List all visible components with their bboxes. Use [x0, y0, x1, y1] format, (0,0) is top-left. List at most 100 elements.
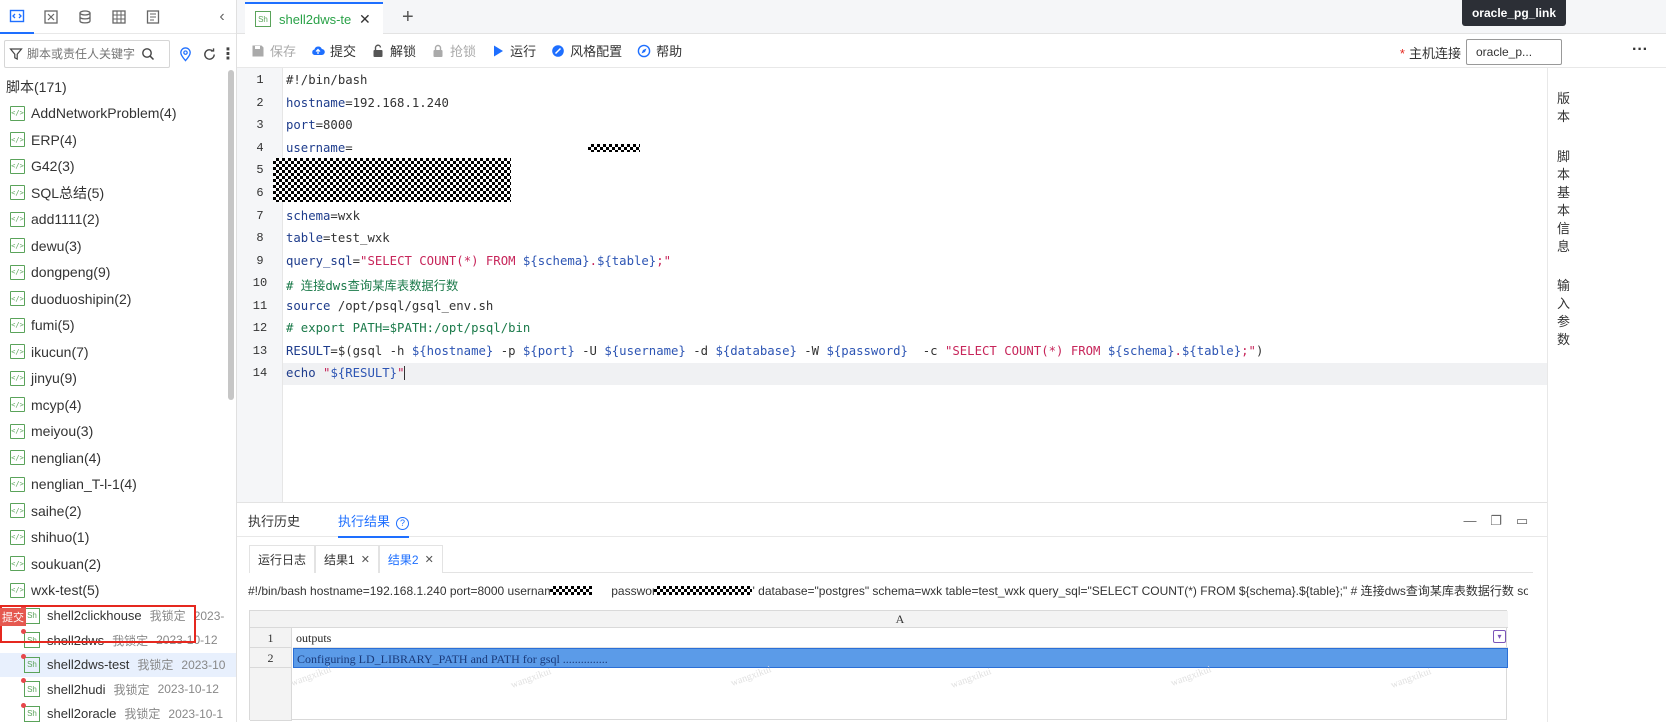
tab-result-2[interactable]: 结果2 ✕ [378, 545, 443, 573]
script-name: shell2dws-test [47, 657, 130, 673]
help-button[interactable]: 帮助 [637, 41, 682, 60]
modified-dot-icon [21, 653, 26, 659]
folder-item[interactable]: </> saihe(2) [0, 498, 236, 525]
folder-item[interactable]: </> SQL总结(5) [0, 180, 236, 207]
required-marker: * [1399, 46, 1405, 61]
tab-execution-result[interactable]: 执行结果? [338, 511, 410, 538]
search-input[interactable] [27, 47, 137, 61]
collapse-sidebar-icon[interactable]: ‹ [208, 8, 236, 26]
tab-run-log[interactable]: 运行日志 [249, 545, 316, 573]
script-nav-icon[interactable] [0, 0, 34, 34]
document-nav-icon[interactable] [136, 0, 170, 34]
script-folder-icon: </> [10, 185, 25, 201]
version-tab[interactable]: 版本 [1557, 90, 1571, 126]
run-button[interactable]: 运行 [491, 41, 536, 60]
submit-button[interactable]: 提交 [311, 41, 356, 60]
folder-item[interactable]: </> ikucun(7) [0, 339, 236, 366]
redacted-password-output [654, 586, 752, 595]
script-item[interactable]: Sh shell2hudi 我锁定 2023-10-12 [0, 677, 236, 702]
folder-item[interactable]: </> dewu(3) [0, 233, 236, 260]
table-nav-icon[interactable] [102, 0, 136, 34]
code-editor[interactable]: 1 2 3 4 5 6 7 8 9 10 11 12 13 14 #!/bin/bash hostname… [237, 68, 1547, 502]
grab-lock-button[interactable]: 抢锁 [431, 41, 476, 60]
tab-result-1[interactable]: 结果1 ✕ [315, 545, 379, 573]
close-result-1-icon[interactable]: ✕ [361, 553, 370, 566]
submit-status-tag: 提交 [0, 608, 26, 626]
tab-execution-history[interactable]: 执行历史 [248, 511, 300, 530]
lock-status: 我锁定 [149, 609, 186, 624]
style-config-button[interactable]: 风格配置 [551, 41, 622, 60]
folder-item[interactable]: </> G42(3) [0, 153, 236, 180]
folder-item[interactable]: </> fumi(5) [0, 312, 236, 339]
close-tab-icon[interactable]: ✕ [359, 11, 371, 28]
right-panel-divider[interactable] [1547, 68, 1555, 722]
restore-icon[interactable]: ❐ [1489, 513, 1503, 529]
result-window-actions: — ❐ ▭ [1463, 513, 1529, 529]
script-item[interactable]: Sh shell2dws 我锁定 2023-10-12 [0, 628, 236, 653]
folder-item[interactable]: </> ERP(4) [0, 127, 236, 154]
workflow-nav-icon[interactable] [34, 0, 68, 34]
row-header[interactable]: 2 [250, 648, 292, 668]
grid-cell[interactable]: outputs ▾ [293, 628, 1508, 648]
folder-label: soukuan(2) [31, 555, 102, 572]
folder-item[interactable]: </> shihuo(1) [0, 524, 236, 551]
help-icon[interactable]: ? [396, 517, 410, 530]
folder-label: saihe(2) [31, 502, 82, 519]
folder-item[interactable]: </> mcyp(4) [0, 392, 236, 419]
database-nav-icon[interactable] [68, 0, 102, 34]
folder-item[interactable]: </> wxk-test(5) [0, 577, 236, 604]
script-name: shell2clickhouse [47, 608, 142, 624]
grid-cell-selected[interactable]: Configuring LD_LIBRARY_PATH and PATH for… [293, 648, 1508, 668]
minimize-icon[interactable]: — [1463, 513, 1477, 529]
column-header-a[interactable]: A [292, 611, 1508, 628]
unlock-button[interactable]: 解锁 [371, 41, 416, 60]
folder-item[interactable]: </> AddNetworkProblem(4) [0, 100, 236, 127]
result-grid[interactable]: A 1 outputs ▾ 2 Configuring LD_LIBRARY_P… [249, 610, 1508, 721]
run-label: 运行 [510, 44, 537, 59]
host-connection-label: * 主机连接 [1400, 43, 1461, 62]
script-folder-icon: </> [10, 476, 25, 492]
search-box[interactable] [4, 40, 171, 68]
code-line-10: # 连接dws查询某库表数据行数 [286, 279, 459, 293]
script-folder-icon: </> [10, 238, 25, 254]
column-filter-icon[interactable]: ▾ [1493, 630, 1506, 643]
folder-label: G42(3) [31, 158, 75, 175]
sidebar-scrollbar[interactable] [228, 70, 234, 400]
play-icon [494, 45, 504, 56]
locate-icon[interactable] [176, 45, 194, 63]
script-item[interactable]: Sh shell2dws-test 我锁定 2023-10 [0, 652, 236, 677]
help-label: 帮助 [656, 44, 683, 59]
submit-label: 提交 [330, 44, 357, 59]
line-number: 1 [256, 73, 264, 87]
filter-icon[interactable] [9, 47, 23, 61]
row-header-empty [250, 668, 292, 721]
input-params-tab[interactable]: 输入参数 [1557, 277, 1571, 349]
script-item[interactable]: Sh shell2clickhouse 我锁定 2023- [0, 604, 236, 629]
folder-item[interactable]: </> nenglian_T-l-1(4) [0, 471, 236, 498]
refresh-icon[interactable] [200, 45, 218, 63]
folder-item[interactable]: </> nenglian(4) [0, 445, 236, 472]
tree-root[interactable]: 脚本(171) [0, 74, 236, 100]
grid-header: A [250, 611, 1508, 628]
folder-item[interactable]: </> dongpeng(9) [0, 259, 236, 286]
search-icon[interactable] [141, 47, 155, 61]
code-line-3: port=8000 [286, 118, 353, 132]
add-tab-icon[interactable]: + [402, 6, 414, 29]
folder-item[interactable]: </> add1111(2) [0, 206, 236, 233]
folder-item[interactable]: </> duoduoshipin(2) [0, 286, 236, 313]
more-options-icon[interactable]: ··· [1618, 39, 1662, 65]
watermark: wangxikui [509, 666, 553, 691]
script-item[interactable]: Sh shell2oracle 我锁定 2023-10-1 [0, 702, 236, 722]
basic-info-tab[interactable]: 脚本基本信息 [1557, 148, 1571, 256]
tab-shell2dws-test[interactable]: Sh shell2dws-test ✕ [245, 2, 383, 34]
more-vertical-icon[interactable]: ⋮ [220, 45, 236, 63]
folder-item[interactable]: </> jinyu(9) [0, 365, 236, 392]
row-header[interactable]: 1 [250, 628, 292, 648]
save-button[interactable]: 保存 [251, 41, 296, 60]
close-result-2-icon[interactable]: ✕ [425, 553, 434, 566]
code-line-9: query_sql="SELECT COUNT(*) FROM ${schema… [286, 254, 672, 268]
host-connection-select[interactable]: oracle_p... [1466, 39, 1562, 65]
folder-item[interactable]: </> meiyou(3) [0, 418, 236, 445]
maximize-icon[interactable]: ▭ [1515, 513, 1529, 529]
folder-item[interactable]: </> soukuan(2) [0, 551, 236, 578]
